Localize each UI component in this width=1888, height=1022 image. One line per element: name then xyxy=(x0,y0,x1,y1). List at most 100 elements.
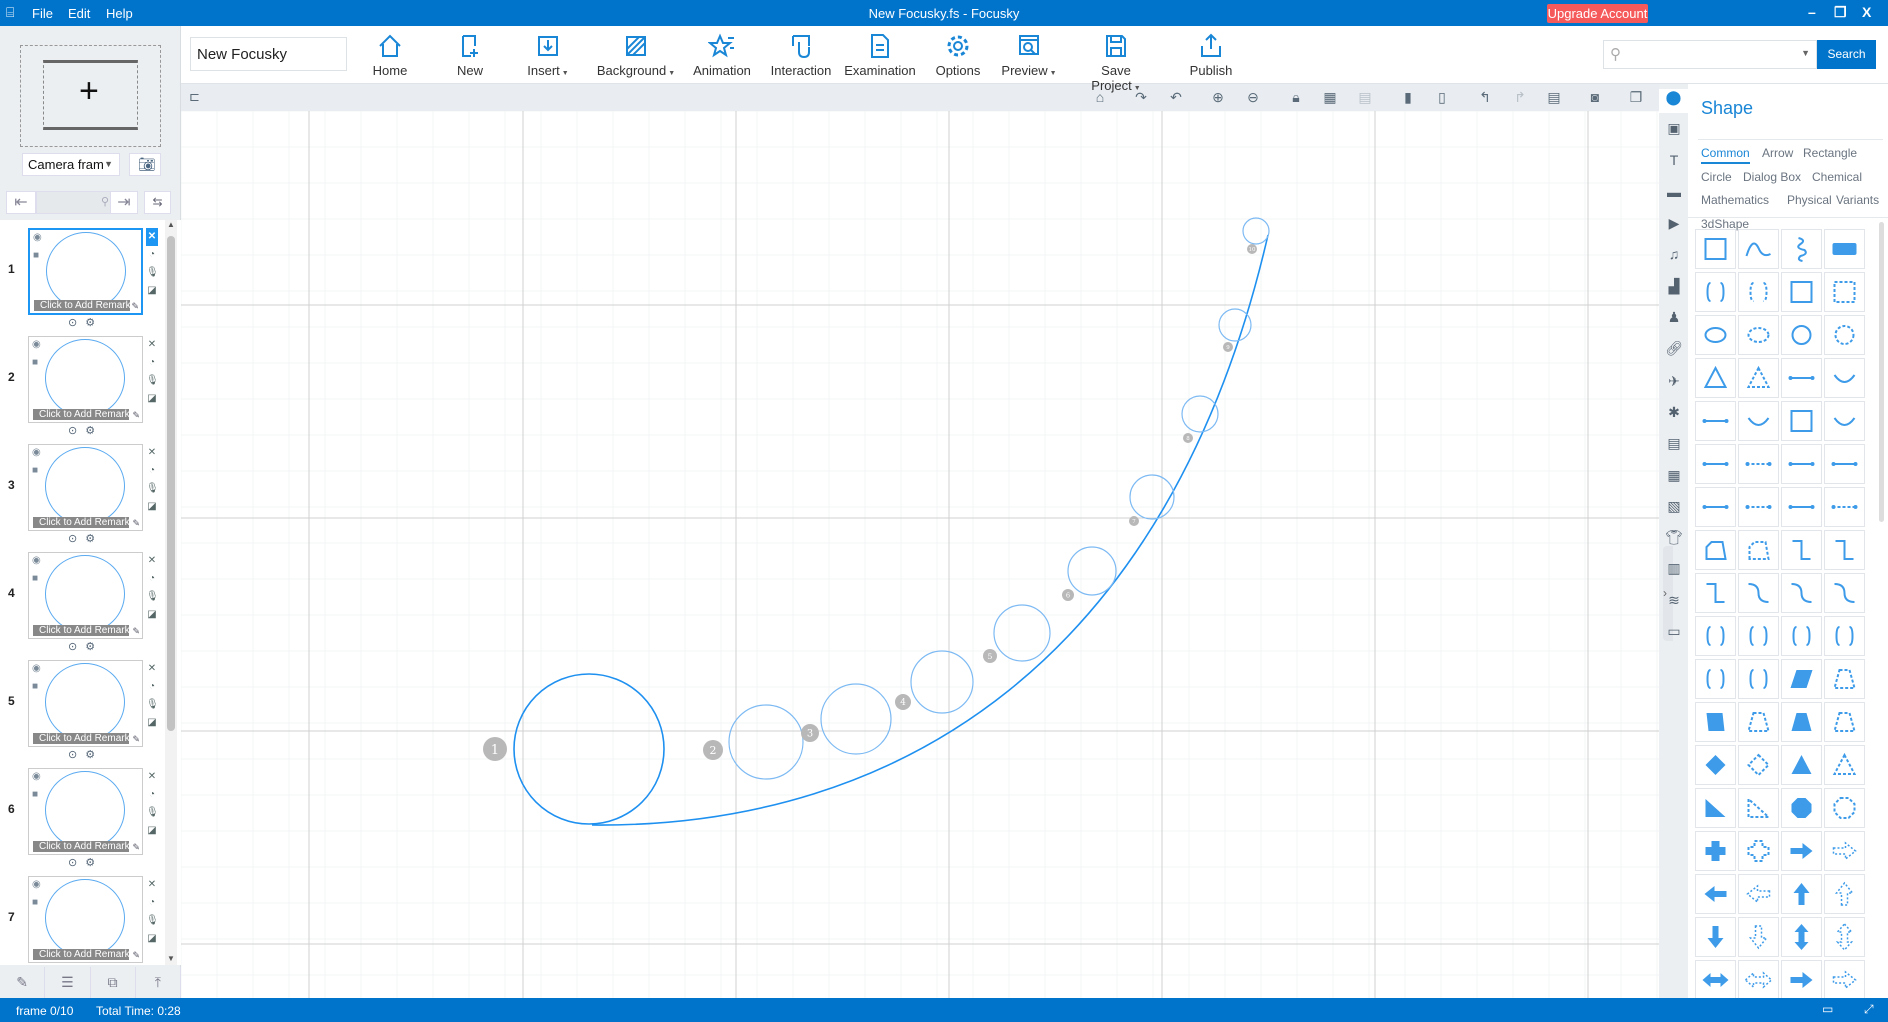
add-remark-button[interactable]: Click to Add Remark xyxy=(33,841,129,852)
frame-item[interactable]: 7 ◉ ■ Click to Add Remark✎ ✕◔🎙︎◪ ⊙⚙ xyxy=(0,868,160,965)
shape-octagon[interactable] xyxy=(1781,788,1822,828)
frame-circle[interactable] xyxy=(993,604,1051,662)
shape-blob[interactable] xyxy=(1695,530,1736,570)
frame-thumbnail[interactable]: ◉ ■ Click to Add Remark ✎ xyxy=(28,660,143,747)
toolbar-options-button[interactable]: Options xyxy=(918,32,998,78)
shape-curved-double-arrow[interactable] xyxy=(1824,401,1865,441)
shape-trapezoid-left[interactable] xyxy=(1695,702,1736,742)
tab-mathematics[interactable]: Mathematics xyxy=(1701,193,1769,207)
shape-dashed-triangle[interactable] xyxy=(1738,358,1779,398)
redo-icon[interactable]: ↱ xyxy=(1511,89,1529,106)
tab-chemical[interactable]: Chemical xyxy=(1812,170,1862,184)
close-icon[interactable]: ✕ xyxy=(146,552,158,570)
shape-dashed-arrow-left[interactable] xyxy=(1738,874,1779,914)
search-input[interactable]: ⚲ ▼ xyxy=(1603,40,1817,69)
frame-item[interactable]: 6 ◉ ■ Click to Add Remark ✎ ✕ ◔ 🎙︎ ◪ ⊙⚙ xyxy=(0,760,160,869)
shape-s-curve-double[interactable] xyxy=(1824,573,1865,613)
shape-dashed-arrow-down[interactable] xyxy=(1738,917,1779,957)
video-icon[interactable]: ▶ xyxy=(1665,215,1683,233)
frame-search-input[interactable]: ⚲ xyxy=(36,191,114,214)
shape-curly-braces[interactable] xyxy=(1695,616,1736,656)
shape-dashed-blob[interactable] xyxy=(1738,530,1779,570)
transition-icon[interactable]: ◪ xyxy=(146,390,158,408)
tab-rectangle[interactable]: Rectangle xyxy=(1803,146,1857,160)
shape-icon[interactable]: ⬤ xyxy=(1659,88,1688,113)
shape-circle[interactable] xyxy=(1781,315,1822,355)
frame-circle[interactable] xyxy=(910,650,974,714)
shape-ellipse[interactable] xyxy=(1695,315,1736,355)
frame-circle[interactable] xyxy=(1242,217,1270,245)
shape-dashed-arrow-right-2[interactable] xyxy=(1824,960,1865,998)
tab-variants[interactable]: Variants xyxy=(1836,193,1879,207)
toolbar-animation-button[interactable]: Animation xyxy=(682,32,762,78)
shape-arrow-down[interactable] xyxy=(1695,917,1736,957)
camera-icon[interactable]: ■ xyxy=(32,573,38,584)
frame-list-scrollbar[interactable]: ▲ ▼ xyxy=(165,220,177,965)
camera-frame-select[interactable]: Camera fram ▼ xyxy=(22,153,120,176)
shape-wave[interactable] xyxy=(1738,229,1779,269)
shape-diamond[interactable] xyxy=(1695,745,1736,785)
frame-item[interactable]: 3 ◉ ■ Click to Add Remark ✎ ✕ ◔ 🎙︎ ◪ ⊙⚙ xyxy=(0,436,160,545)
shape-right-bracket[interactable] xyxy=(1738,659,1779,699)
transition-icon[interactable]: ◪ xyxy=(146,930,158,948)
chart-icon[interactable]: ▟ xyxy=(1665,278,1683,296)
shape-dashed-ellipse[interactable] xyxy=(1738,315,1779,355)
move-top-icon[interactable]: ⤒ xyxy=(136,967,181,998)
shape-s-curve[interactable] xyxy=(1738,573,1779,613)
shape-parallelogram[interactable] xyxy=(1781,659,1822,699)
eye-icon[interactable]: ◉ xyxy=(32,339,41,350)
toolbar-save-project-button[interactable]: Save Project ▼ xyxy=(1076,32,1156,93)
microphone-icon[interactable]: 🎙︎ xyxy=(146,804,159,822)
frame-thumbnail[interactable]: ◉ ■ Click to Add Remark ✎ xyxy=(28,336,143,423)
frame-thumbnail[interactable]: ◉ ■ Click to Add Remark ✎ xyxy=(28,444,143,531)
tab-physical[interactable]: Physical xyxy=(1787,193,1832,207)
shape-dash-dot-line[interactable] xyxy=(1738,444,1779,484)
timer-icon[interactable]: ◔ xyxy=(146,894,158,912)
shape-dashed-trapezoid-left[interactable] xyxy=(1738,702,1779,742)
transition-icon[interactable]: ◪ xyxy=(146,714,158,732)
shape-grid-scrollbar[interactable] xyxy=(1879,222,1884,522)
frame-circle[interactable] xyxy=(1218,308,1252,342)
shape-diamond-dot-line[interactable] xyxy=(1824,444,1865,484)
transition-icon[interactable]: ◪ xyxy=(146,282,158,300)
shape-cross[interactable] xyxy=(1695,831,1736,871)
replace-frame-icon[interactable]: ⧉ xyxy=(91,967,136,998)
timer-icon[interactable]: ◔ xyxy=(146,786,158,804)
edit-remark-icon[interactable]: ✎ xyxy=(132,842,140,853)
close-icon[interactable]: ✕ xyxy=(146,876,158,894)
shape-triangle[interactable] xyxy=(1695,358,1736,398)
shape-dashed-arrow-right[interactable] xyxy=(1824,831,1865,871)
project-name-input[interactable]: New Focusky xyxy=(190,37,347,71)
eye-icon[interactable]: ◉ xyxy=(32,879,41,890)
speech-bubble-icon[interactable]: ▬ xyxy=(1665,184,1683,202)
eye-icon[interactable]: ◉ xyxy=(32,663,41,674)
shape-right-triangle[interactable] xyxy=(1695,788,1736,828)
frame-circle[interactable] xyxy=(1067,546,1117,596)
eye-icon[interactable]: ◉ xyxy=(32,771,41,782)
shape-arrow-up-down[interactable] xyxy=(1781,917,1822,957)
toolbar-preview-button[interactable]: Preview ▼ xyxy=(989,32,1069,78)
shape-arrow-left-right[interactable] xyxy=(1695,960,1736,998)
swap-frames-icon[interactable]: ⇆ xyxy=(144,191,171,214)
shape-left-bracket[interactable] xyxy=(1695,659,1736,699)
edit-remark-icon[interactable]: ✎ xyxy=(132,734,140,745)
lock-icon[interactable]: 🔒︎ xyxy=(1287,89,1305,106)
microphone-icon[interactable]: 🎙︎ xyxy=(146,264,159,282)
scroll-down-icon[interactable]: ▼ xyxy=(165,954,177,963)
toolbar-publish-button[interactable]: Publish xyxy=(1171,32,1251,78)
shape-curved-arrow[interactable] xyxy=(1738,401,1779,441)
shape-dashed-trapezoid[interactable] xyxy=(1824,702,1865,742)
people-icon[interactable]: ♟ xyxy=(1665,309,1683,327)
add-remark-button[interactable]: Click to Add Remark xyxy=(33,517,129,528)
microphone-icon[interactable]: 🎙︎ xyxy=(146,588,159,606)
frame-item[interactable]: 5 ◉ ■ Click to Add Remark ✎ ✕ ◔ 🎙︎ ◪ ⊙⚙ xyxy=(0,652,160,761)
monitor-icon[interactable]: ▭ xyxy=(1822,1002,1833,1016)
shape-dot-line[interactable] xyxy=(1695,444,1736,484)
copy-icon[interactable]: ▮ xyxy=(1399,89,1417,106)
shape-line[interactable] xyxy=(1781,358,1822,398)
zoom-in-icon[interactable]: ⊕ xyxy=(1209,89,1227,106)
shape-parens[interactable] xyxy=(1824,616,1865,656)
last-frame-icon[interactable]: ⇥ xyxy=(110,191,138,214)
shape-double-arrow[interactable] xyxy=(1781,401,1822,441)
window-icon[interactable]: ❐ xyxy=(1627,89,1645,106)
